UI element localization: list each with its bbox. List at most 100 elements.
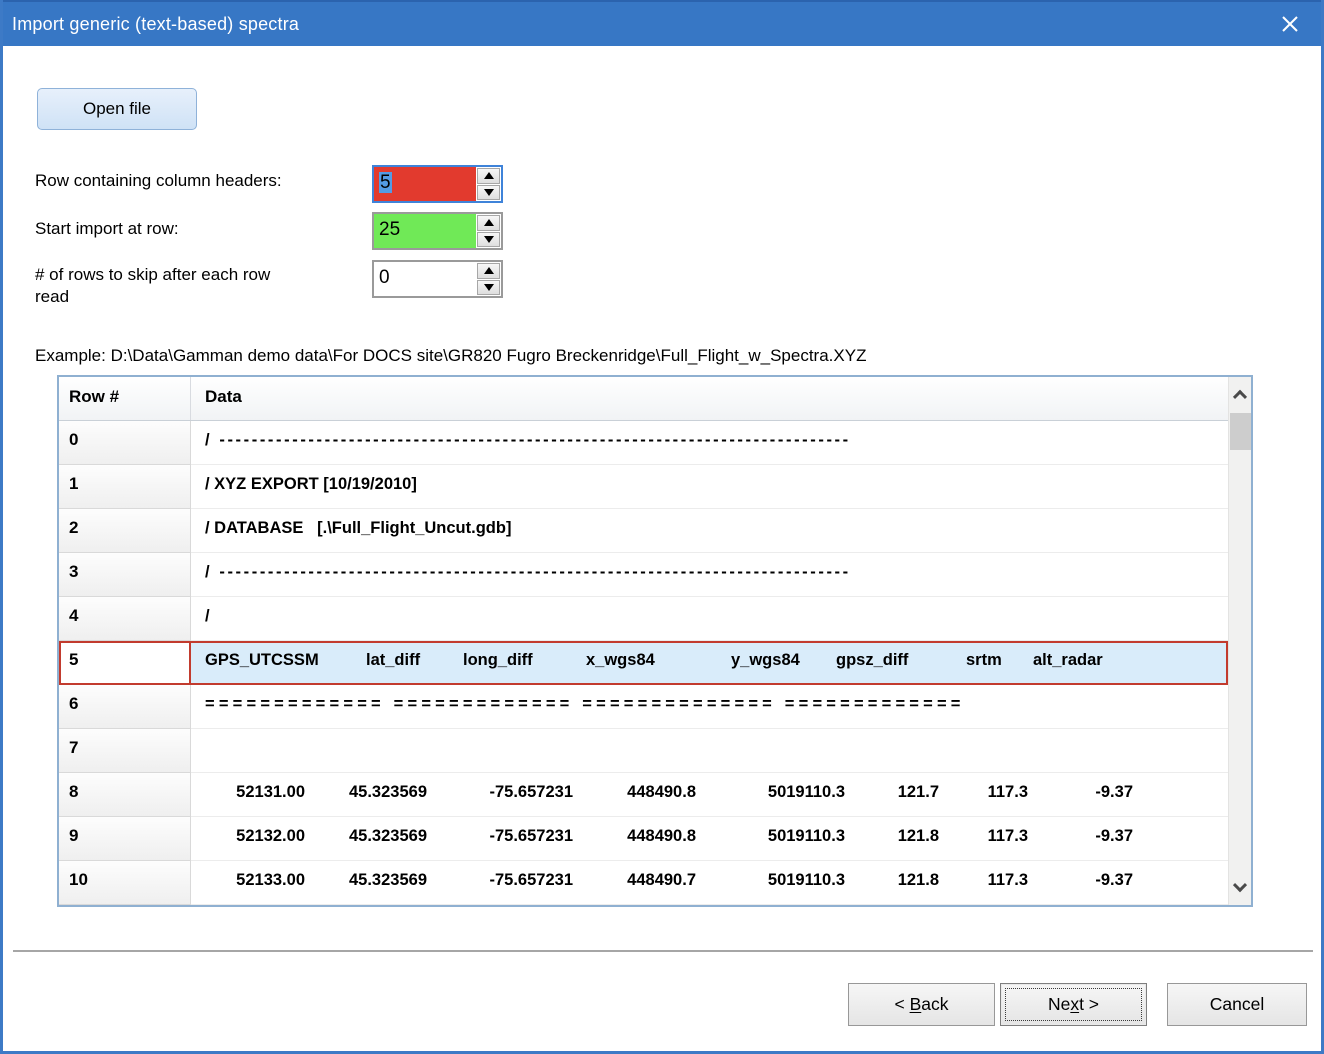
row-number-cell: 8 [59, 773, 191, 817]
row-number-cell: 1 [59, 465, 191, 509]
column-name-token: y_wgs84 [731, 651, 836, 670]
column-header-rownum: Row # [59, 377, 191, 420]
start-import-value[interactable]: 25 [374, 214, 476, 248]
data-value-token: 52131.00 [205, 783, 305, 802]
row-data-cell[interactable]: / [191, 597, 1228, 641]
spin-down-button[interactable] [477, 232, 500, 248]
header-row-label: Row containing column headers: [35, 170, 345, 192]
open-file-label: Open file [83, 99, 151, 119]
spin-up-icon [484, 172, 494, 179]
table-row[interactable]: 1/ XYZ EXPORT [10/19/2010] [59, 465, 1228, 509]
table-row[interactable]: 952132.0045.323569-75.657231448490.85019… [59, 817, 1228, 861]
table-row[interactable]: 3/ -------------------------------------… [59, 553, 1228, 597]
column-name-token: gpsz_diff [836, 651, 966, 670]
row-data-cell[interactable]: GPS_UTCSSMlat_difflong_diffx_wgs84y_wgs8… [191, 641, 1228, 685]
scrollbar-thumb[interactable] [1230, 413, 1251, 450]
data-value-token: 121.8 [845, 827, 939, 846]
chevron-down-icon [1233, 878, 1247, 892]
row-number-cell: 0 [59, 421, 191, 465]
vertical-scrollbar[interactable] [1228, 377, 1251, 905]
cancel-button[interactable]: Cancel [1167, 983, 1307, 1026]
selected-text: 5 [379, 172, 392, 193]
row-data-cell[interactable]: 52131.0045.323569-75.657231448490.850191… [191, 773, 1228, 817]
next-button[interactable]: Next > [1000, 983, 1147, 1026]
back-label: < Back [894, 994, 948, 1015]
row-data-cell[interactable]: / --------------------------------------… [191, 421, 1228, 465]
skip-rows-label: # of rows to skip after each row read [35, 264, 295, 308]
spin-down-button[interactable] [477, 280, 500, 296]
row-data-cell[interactable]: / DATABASE [.\Full_Flight_Uncut.gdb] [191, 509, 1228, 553]
import-spectra-dialog: Import generic (text-based) spectra Open… [0, 0, 1324, 1054]
table-row[interactable]: 4/ [59, 597, 1228, 641]
column-header-data: Data [191, 377, 1228, 420]
data-value-token: 45.323569 [305, 827, 427, 846]
column-name-token: long_diff [463, 651, 586, 670]
data-value-token: -75.657231 [427, 783, 573, 802]
skip-rows-value[interactable]: 0 [374, 262, 476, 296]
row-data-cell[interactable] [191, 729, 1228, 773]
table-header-row: Row # Data [59, 377, 1228, 421]
table-row[interactable]: 7 [59, 729, 1228, 773]
data-value-token: 121.8 [845, 871, 939, 890]
row-data-cell[interactable]: 52133.0045.323569-75.657231448490.750191… [191, 861, 1228, 905]
data-value-token: 448490.7 [573, 871, 696, 890]
close-icon[interactable] [1264, 2, 1316, 46]
table-row[interactable]: 6============= ============= ===========… [59, 685, 1228, 729]
table-row[interactable]: 1052133.0045.323569-75.657231448490.7501… [59, 861, 1228, 905]
data-value-token: 121.7 [845, 783, 939, 802]
table-grid: Row # Data 0/ --------------------------… [59, 377, 1228, 905]
spinner-buttons [476, 214, 501, 248]
data-value-token: -9.37 [1028, 827, 1133, 846]
row-number-cell: 5 [59, 641, 191, 685]
data-value-token: 5019110.3 [696, 827, 845, 846]
data-value-token: -75.657231 [427, 871, 573, 890]
file-preview-table: Row # Data 0/ --------------------------… [57, 375, 1253, 907]
bottom-separator [13, 950, 1313, 953]
header-row-value[interactable]: 5 [374, 167, 476, 201]
scroll-up-button[interactable] [1229, 377, 1251, 411]
dialog-title: Import generic (text-based) spectra [0, 14, 299, 35]
row-number-cell: 4 [59, 597, 191, 641]
open-file-button[interactable]: Open file [37, 88, 197, 130]
row-data-cell[interactable]: ============= ============= ============… [191, 685, 1228, 729]
row-data-cell[interactable]: 52132.0045.323569-75.657231448490.850191… [191, 817, 1228, 861]
table-body: 0/ -------------------------------------… [59, 421, 1228, 905]
spin-up-button[interactable] [477, 215, 500, 231]
header-row-spinbox[interactable]: 5 [372, 165, 503, 203]
row-number-cell: 9 [59, 817, 191, 861]
table-row[interactable]: 0/ -------------------------------------… [59, 421, 1228, 465]
data-value-token: -75.657231 [427, 827, 573, 846]
back-button[interactable]: < Back [848, 983, 995, 1026]
data-value-token: 117.3 [939, 783, 1028, 802]
scroll-down-button[interactable] [1229, 871, 1251, 905]
example-path-text: Example: D:\Data\Gamman demo data\For DO… [35, 346, 866, 366]
data-value-token: 117.3 [939, 871, 1028, 890]
row-number-cell: 3 [59, 553, 191, 597]
data-value-token: 117.3 [939, 827, 1028, 846]
table-row[interactable]: 852131.0045.323569-75.657231448490.85019… [59, 773, 1228, 817]
data-value-token: 45.323569 [305, 783, 427, 802]
data-value-token: 45.323569 [305, 871, 427, 890]
spin-up-icon [484, 267, 494, 274]
column-name-token: srtm [966, 651, 1033, 670]
spin-down-icon [484, 284, 494, 291]
spinner-buttons [476, 262, 501, 296]
column-name-token: lat_diff [366, 651, 463, 670]
row-number-cell: 6 [59, 685, 191, 729]
spinner-buttons [476, 167, 501, 201]
title-bar[interactable]: Import generic (text-based) spectra [0, 0, 1324, 46]
spin-up-icon [484, 219, 494, 226]
spin-down-icon [484, 189, 494, 196]
table-row[interactable]: 2/ DATABASE [.\Full_Flight_Uncut.gdb] [59, 509, 1228, 553]
spin-up-button[interactable] [477, 168, 500, 184]
start-import-label: Start import at row: [35, 218, 345, 240]
data-value-token: 5019110.3 [696, 871, 845, 890]
skip-rows-spinbox[interactable]: 0 [372, 260, 503, 298]
table-row[interactable]: 5GPS_UTCSSMlat_difflong_diffx_wgs84y_wgs… [59, 641, 1228, 685]
row-data-cell[interactable]: / XYZ EXPORT [10/19/2010] [191, 465, 1228, 509]
start-import-spinbox[interactable]: 25 [372, 212, 503, 250]
spin-down-button[interactable] [477, 185, 500, 201]
focus-ring [1005, 988, 1142, 1021]
row-data-cell[interactable]: / --------------------------------------… [191, 553, 1228, 597]
spin-up-button[interactable] [477, 263, 500, 279]
